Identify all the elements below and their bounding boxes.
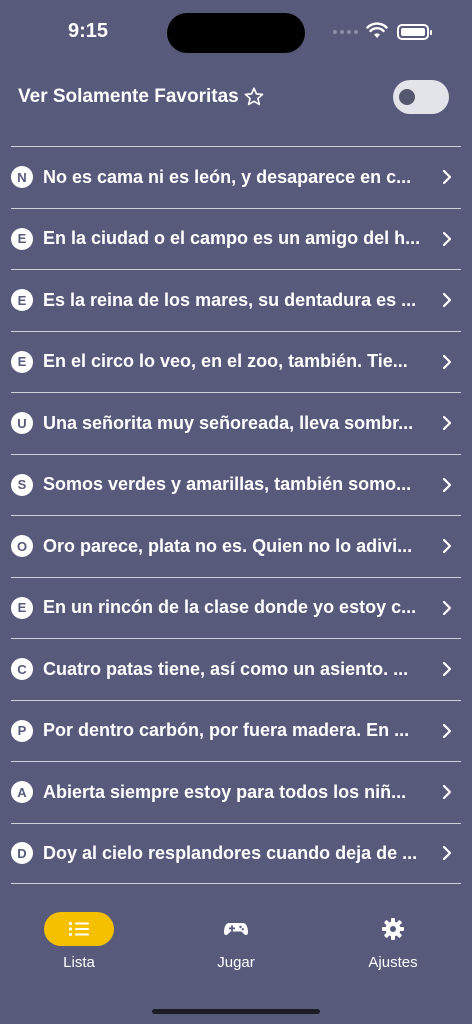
toggle-knob — [399, 89, 415, 105]
riddle-letter-badge: A — [11, 781, 33, 804]
chevron-right-icon — [442, 170, 452, 185]
chevron-right-icon — [442, 723, 452, 738]
riddle-text: No es cama ni es león, y desaparece en c… — [43, 166, 412, 187]
riddle-row[interactable]: C Cuatro patas tiene, así como un asiento… — [11, 638, 461, 700]
favorites-filter-label: Ver Solamente Favoritas — [18, 86, 239, 107]
chevron-right-icon — [442, 231, 452, 246]
chevron-right-icon — [442, 846, 452, 861]
chevron-right-icon — [442, 416, 452, 431]
riddle-text: En un rincón de la clase donde yo estoy … — [43, 597, 417, 618]
tab-ajustes-label: Ajustes — [368, 954, 418, 971]
favorites-filter-title: Ver Solamente Favoritas — [18, 86, 265, 108]
riddle-row[interactable]: E En la ciudad o el campo es un amigo del… — [11, 207, 461, 270]
riddle-text: Cuatro patas tiene, así como un asiento.… — [43, 658, 409, 679]
riddle-row[interactable]: S Somos verdes y amarillas, también somo.… — [11, 453, 461, 516]
chevron-right-icon — [442, 785, 452, 800]
riddle-letter-badge: E — [11, 596, 33, 619]
riddle-text: Por dentro carbón, por fuera madera. En … — [43, 720, 410, 741]
riddle-text: Una señorita muy señoreada, lleva sombr.… — [43, 412, 414, 433]
riddle-text: Oro parece, plata no es. Quien no lo adi… — [43, 535, 413, 556]
riddle-row[interactable]: E Es la reina de los mares, su dentadura … — [11, 269, 461, 331]
riddle-text: Somos verdes y amarillas, también somo..… — [43, 474, 412, 495]
riddle-text: Es la reina de los mares, su dentadura e… — [43, 289, 417, 310]
dynamic-island — [167, 13, 305, 53]
tab-bar: Lista Jugar Ajustes — [0, 900, 472, 1000]
wifi-icon — [366, 22, 388, 38]
riddle-list: N No es cama ni es león, y desaparece en … — [11, 146, 461, 884]
riddle-row[interactable]: E En un rincón de la clase donde yo estoy… — [11, 576, 461, 639]
chevron-right-icon — [442, 293, 452, 308]
riddle-letter-badge: D — [11, 842, 33, 865]
riddle-row[interactable]: P Por dentro carbón, por fuera madera. En… — [11, 699, 461, 762]
riddle-letter-badge: E — [11, 289, 33, 312]
tab-jugar[interactable]: Jugar — [186, 912, 286, 971]
riddle-letter-badge: S — [11, 473, 33, 496]
chevron-right-icon — [442, 539, 452, 554]
tab-jugar-label: Jugar — [217, 954, 255, 971]
tab-lista-label: Lista — [63, 954, 95, 971]
riddle-row[interactable]: N No es cama ni es león, y desaparece en … — [11, 146, 461, 208]
tab-ajustes[interactable]: Ajustes — [343, 912, 443, 971]
riddle-letter-badge: P — [11, 719, 33, 742]
riddle-row[interactable]: D Doy al cielo resplandores cuando deja d… — [11, 822, 461, 884]
riddle-row[interactable]: A Abierta siempre estoy para todos los ni… — [11, 761, 461, 823]
home-indicator — [152, 1009, 320, 1014]
chevron-right-icon — [442, 354, 452, 369]
status-bar: 9:15 — [0, 0, 472, 64]
battery-icon — [397, 24, 432, 40]
riddle-text: En la ciudad o el campo es un amigo del … — [43, 228, 421, 249]
gamepad-icon — [224, 923, 248, 936]
star-outline-icon — [244, 87, 264, 106]
tab-lista-pill — [44, 912, 114, 946]
chevron-right-icon — [442, 662, 452, 677]
riddle-letter-badge: E — [11, 227, 33, 250]
riddle-letter-badge: U — [11, 412, 33, 435]
tab-lista[interactable]: Lista — [29, 912, 129, 971]
riddle-letter-badge: N — [11, 166, 33, 189]
favorites-toggle[interactable] — [393, 80, 449, 114]
riddle-text: En el circo lo veo, en el zoo, también. … — [43, 351, 408, 372]
riddle-row[interactable]: U Una señorita muy señoreada, lleva sombr… — [11, 392, 461, 454]
riddle-letter-badge: C — [11, 658, 33, 681]
header: Ver Solamente Favoritas — [0, 76, 472, 120]
riddle-row[interactable]: E En el circo lo veo, en el zoo, también.… — [11, 330, 461, 393]
riddle-text: Abierta siempre estoy para todos los niñ… — [43, 781, 407, 802]
chevron-right-icon — [442, 600, 452, 615]
riddle-letter-badge: O — [11, 535, 33, 558]
gear-icon — [382, 918, 404, 940]
riddle-row[interactable]: O Oro parece, plata no es. Quien no lo ad… — [11, 515, 461, 577]
status-time: 9:15 — [68, 20, 109, 42]
chevron-right-icon — [442, 477, 452, 492]
riddle-letter-badge: E — [11, 350, 33, 373]
cellular-signal-icon — [333, 30, 358, 34]
list-icon — [69, 922, 89, 936]
riddle-text: Doy al cielo resplandores cuando deja de… — [43, 842, 418, 863]
